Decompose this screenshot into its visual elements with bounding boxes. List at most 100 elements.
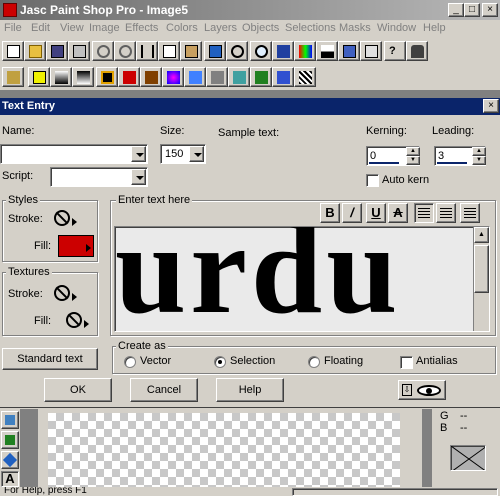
paste-button[interactable] bbox=[180, 41, 202, 61]
effect-button-11[interactable] bbox=[228, 67, 250, 87]
status-text: For Help, press F1 bbox=[4, 487, 87, 496]
dialog-close-button[interactable]: × bbox=[483, 99, 499, 113]
no-texture-icon[interactable] bbox=[54, 285, 70, 301]
zoom-button[interactable] bbox=[250, 41, 272, 61]
fill-tool-button[interactable] bbox=[1, 431, 19, 449]
help-button[interactable]: Help bbox=[216, 378, 284, 402]
flyout-arrow-icon[interactable] bbox=[72, 218, 77, 226]
kerning-up-button[interactable]: ▲ bbox=[406, 147, 420, 156]
menu-objects[interactable]: Objects bbox=[242, 22, 279, 34]
cut-button[interactable] bbox=[136, 41, 158, 61]
bold-button[interactable]: B bbox=[320, 203, 340, 223]
effect-button-13[interactable] bbox=[272, 67, 294, 87]
menu-image[interactable]: Image bbox=[89, 22, 120, 34]
menu-colors[interactable]: Colors bbox=[166, 22, 198, 34]
preview-toggle-button[interactable]: ⇩ bbox=[398, 380, 446, 400]
font-size-combo[interactable]: 150 bbox=[160, 144, 206, 164]
effect-button-10[interactable] bbox=[206, 67, 228, 87]
effect-button-5[interactable] bbox=[96, 67, 118, 87]
ok-button[interactable]: OK bbox=[44, 378, 112, 402]
open-button[interactable] bbox=[24, 41, 46, 61]
effect-icon bbox=[211, 71, 224, 84]
leading-up-button[interactable]: ▲ bbox=[472, 147, 486, 156]
undo-button[interactable] bbox=[92, 41, 114, 61]
toggle-toolbar-button[interactable] bbox=[272, 41, 294, 61]
layers-button[interactable] bbox=[338, 41, 360, 61]
kerning-spinner[interactable]: ▲ ▼ bbox=[406, 147, 420, 167]
effect-button-1[interactable] bbox=[2, 67, 24, 87]
leading-down-button[interactable]: ▼ bbox=[472, 156, 486, 165]
effect-button-12[interactable] bbox=[250, 67, 272, 87]
font-name-dropdown-button[interactable] bbox=[131, 146, 146, 162]
scroll-up-button[interactable]: ▲ bbox=[474, 227, 489, 243]
close-button[interactable]: × bbox=[482, 3, 498, 17]
strikethrough-button[interactable]: A bbox=[388, 203, 408, 223]
shape-tool-button[interactable] bbox=[1, 451, 19, 469]
floating-radio[interactable] bbox=[308, 356, 320, 368]
paint-tool-button[interactable] bbox=[1, 411, 19, 429]
leading-spinner[interactable]: ▲ ▼ bbox=[472, 147, 486, 167]
histogram-button[interactable] bbox=[316, 41, 338, 61]
font-name-combo[interactable] bbox=[0, 144, 148, 164]
effect-button-14[interactable] bbox=[294, 67, 316, 87]
kerning-down-button[interactable]: ▼ bbox=[406, 156, 420, 165]
new-button[interactable] bbox=[2, 41, 24, 61]
effect-button-9[interactable] bbox=[184, 67, 206, 87]
text-tool-button[interactable]: A bbox=[1, 471, 19, 487]
effect-button-6[interactable] bbox=[118, 67, 140, 87]
auto-kern-label: Auto kern bbox=[382, 174, 430, 186]
font-size-dropdown-button[interactable] bbox=[189, 146, 204, 162]
overview-button[interactable] bbox=[360, 41, 382, 61]
menu-help[interactable]: Help bbox=[423, 22, 446, 34]
align-right-button[interactable] bbox=[460, 203, 480, 223]
workspace-background bbox=[0, 90, 500, 98]
standard-text-button[interactable]: Standard text bbox=[2, 348, 98, 370]
flyout-arrow-icon[interactable] bbox=[84, 320, 89, 328]
effect-button-7[interactable] bbox=[140, 67, 162, 87]
flyout-arrow-icon[interactable] bbox=[72, 293, 77, 301]
no-style-icon[interactable] bbox=[54, 210, 70, 226]
text-area-scrollbar[interactable]: ▲ bbox=[473, 227, 489, 331]
print-button[interactable] bbox=[68, 41, 90, 61]
lock-button[interactable] bbox=[406, 41, 428, 61]
effect-button-3[interactable] bbox=[50, 67, 72, 87]
save-button[interactable] bbox=[46, 41, 68, 61]
transparent-canvas[interactable] bbox=[48, 413, 400, 487]
context-help-button[interactable]: ? bbox=[384, 41, 406, 61]
auto-kern-checkbox[interactable] bbox=[366, 174, 379, 187]
vector-radio[interactable] bbox=[124, 356, 136, 368]
no-texture-icon[interactable] bbox=[66, 312, 82, 328]
menu-masks[interactable]: Masks bbox=[339, 22, 371, 34]
redo-button[interactable] bbox=[114, 41, 136, 61]
italic-button[interactable]: / bbox=[342, 203, 362, 223]
menu-layers[interactable]: Layers bbox=[204, 22, 237, 34]
minimize-button[interactable]: _ bbox=[448, 3, 464, 17]
menu-view[interactable]: View bbox=[60, 22, 84, 34]
underline-button[interactable]: U bbox=[366, 203, 386, 223]
no-color-swatch[interactable] bbox=[450, 445, 486, 471]
menu-effects[interactable]: Effects bbox=[125, 22, 158, 34]
selection-radio[interactable] bbox=[214, 356, 226, 368]
browse-button[interactable] bbox=[226, 41, 248, 61]
menu-file[interactable]: File bbox=[4, 22, 22, 34]
cancel-button[interactable]: Cancel bbox=[130, 378, 198, 402]
effect-button-4[interactable] bbox=[72, 67, 94, 87]
effect-button-8[interactable] bbox=[162, 67, 184, 87]
align-left-button[interactable] bbox=[414, 203, 434, 223]
script-dropdown-button[interactable] bbox=[131, 169, 146, 185]
fill-color-swatch[interactable] bbox=[58, 235, 94, 257]
scroll-thumb[interactable] bbox=[474, 245, 489, 293]
kerning-label: Kerning: bbox=[366, 125, 407, 137]
menu-edit[interactable]: Edit bbox=[31, 22, 50, 34]
text-entry-area[interactable]: urdu ▲ bbox=[114, 226, 490, 332]
align-center-button[interactable] bbox=[436, 203, 456, 223]
menu-window[interactable]: Window bbox=[377, 22, 416, 34]
screen-capture-button[interactable] bbox=[204, 41, 226, 61]
menu-selections[interactable]: Selections bbox=[285, 22, 336, 34]
antialias-checkbox[interactable] bbox=[400, 356, 413, 369]
maximize-button[interactable]: □ bbox=[464, 3, 480, 17]
effect-button-2[interactable] bbox=[28, 67, 50, 87]
color-palette-button[interactable] bbox=[294, 41, 316, 61]
script-combo[interactable] bbox=[50, 167, 148, 187]
copy-button[interactable] bbox=[158, 41, 180, 61]
